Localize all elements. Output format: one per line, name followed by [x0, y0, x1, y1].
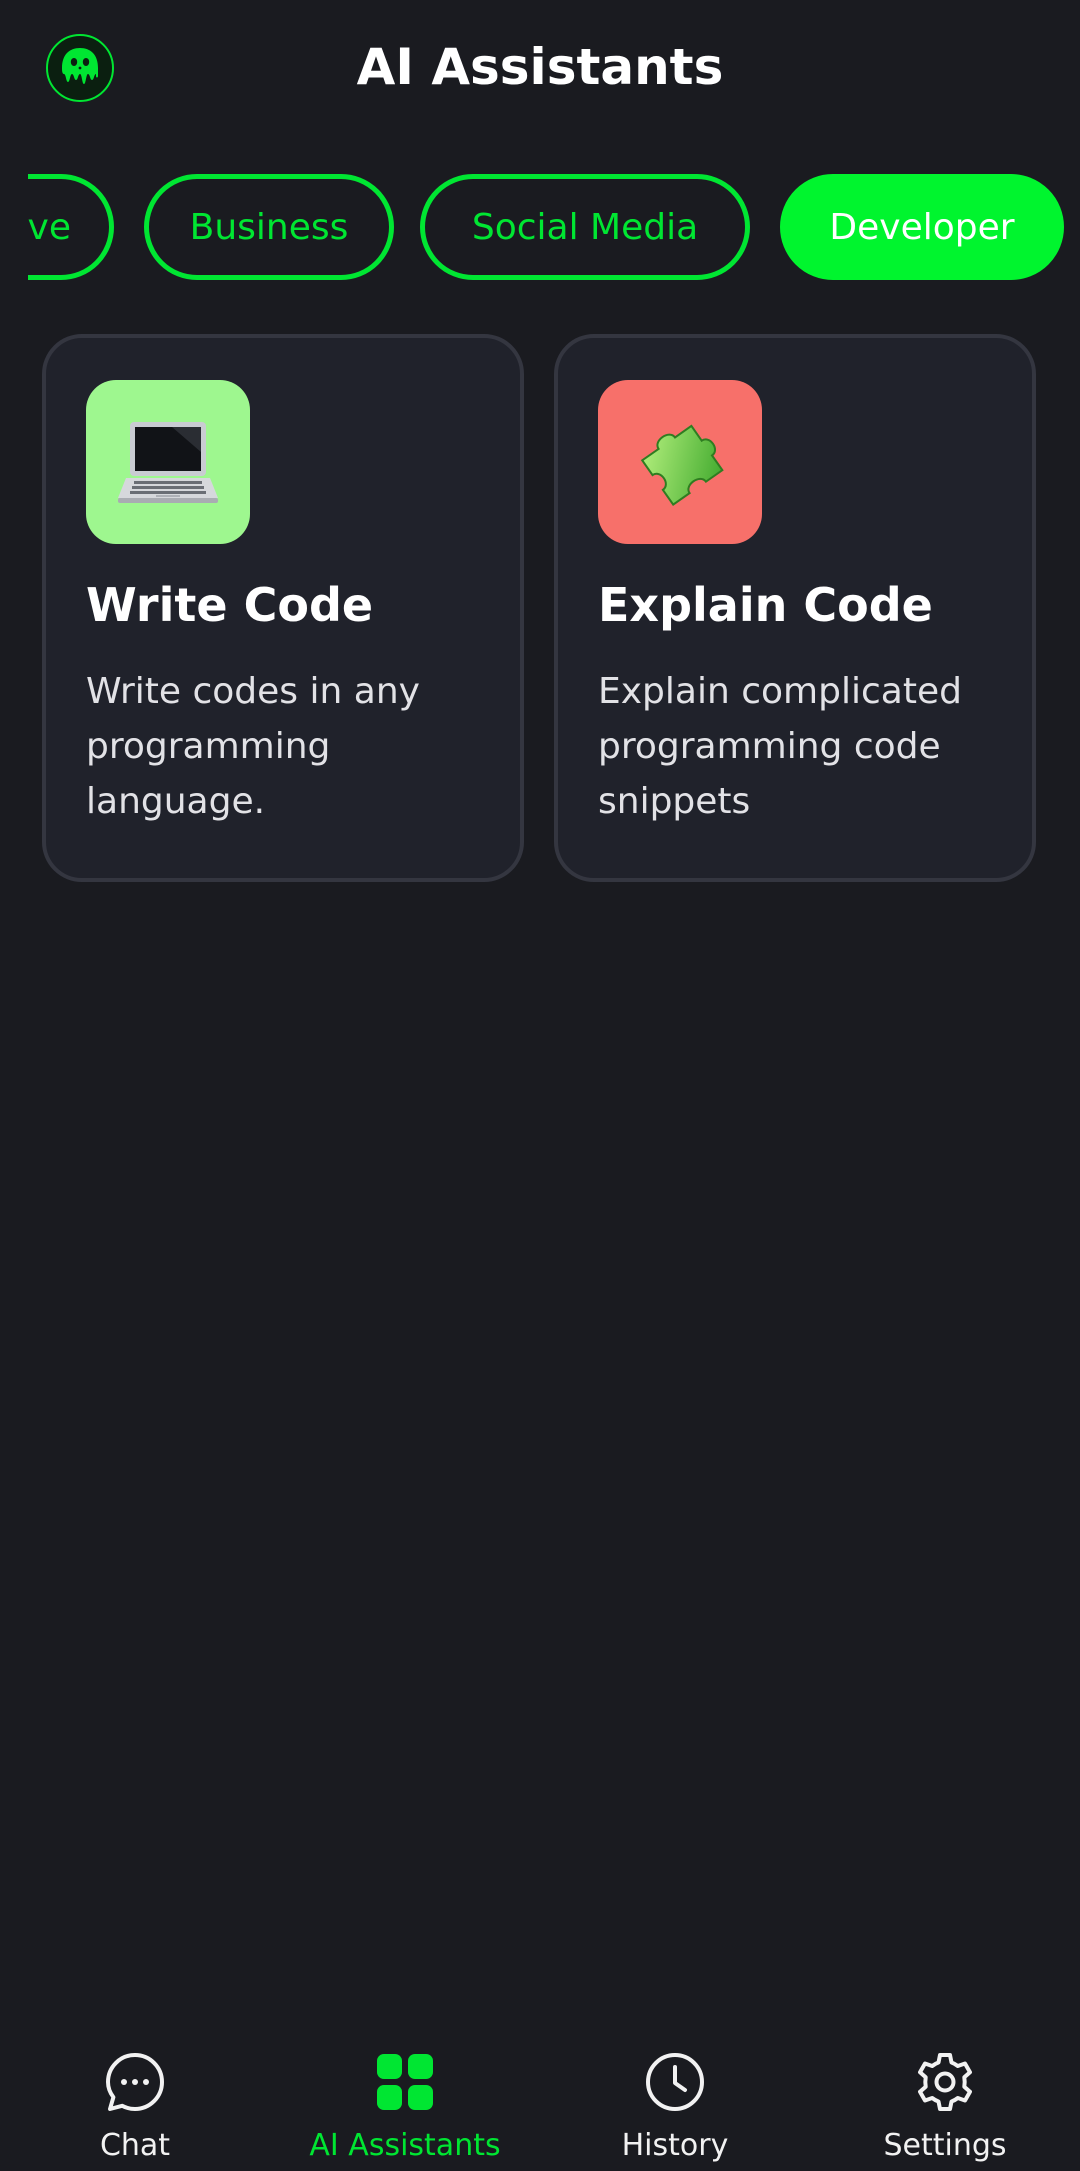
chat-bubble-icon — [103, 2050, 167, 2114]
category-tabs: ve Business Social Media Developer — [28, 174, 1080, 280]
nav-label: Settings — [883, 2128, 1007, 2163]
tab-social-media[interactable]: Social Media — [420, 174, 750, 280]
clock-icon — [643, 2050, 707, 2114]
tab-label: Business — [189, 206, 349, 248]
nav-label: AI Assistants — [309, 2128, 501, 2163]
header: AI Assistants — [0, 0, 1080, 140]
assistant-card-write-code[interactable]: Write Code Write codes in any programmin… — [42, 334, 524, 882]
tab-label: ve — [28, 206, 71, 248]
tab-developer[interactable]: Developer — [780, 174, 1064, 280]
gear-icon — [913, 2050, 977, 2114]
tab-label: Developer — [829, 206, 1015, 248]
nav-chat[interactable]: Chat — [0, 2020, 270, 2171]
laptop-icon — [86, 380, 250, 544]
bottom-navigation: Chat AI Assistants History Settings — [0, 2020, 1080, 2171]
tab-business[interactable]: Business — [144, 174, 394, 280]
tab-label: Social Media — [471, 206, 699, 248]
card-description: Explain complicated programming code sni… — [598, 671, 962, 822]
nav-label: Chat — [99, 2128, 171, 2163]
nav-ai-assistants[interactable]: AI Assistants — [270, 2020, 540, 2171]
page-title: AI Assistants — [356, 38, 724, 96]
puzzle-piece-icon — [598, 380, 762, 544]
nav-history[interactable]: History — [540, 2020, 810, 2171]
assistant-card-explain-code[interactable]: Explain Code Explain complicated program… — [554, 334, 1036, 882]
nav-settings[interactable]: Settings — [810, 2020, 1080, 2171]
tab-creative[interactable]: ve — [28, 174, 114, 280]
card-description: Write codes in any programming language. — [86, 671, 420, 822]
card-title: Write Code — [86, 578, 374, 632]
card-title: Explain Code — [598, 578, 933, 632]
nav-label: History — [621, 2128, 729, 2163]
grid-icon — [373, 2050, 437, 2114]
